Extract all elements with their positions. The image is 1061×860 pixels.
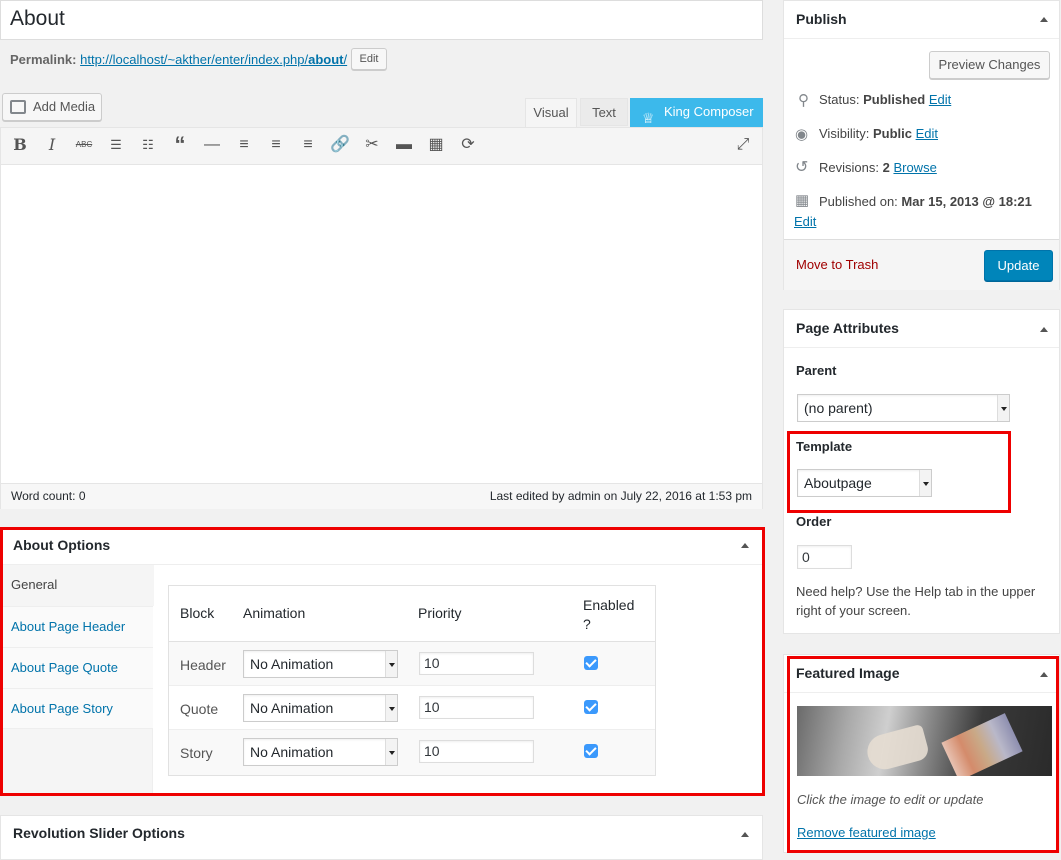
publish-actions: Move to Trash Update [784,239,1059,290]
collapse-arrow-icon[interactable] [1040,17,1048,22]
permalink-edit-button[interactable]: Edit [351,48,387,70]
publish-header[interactable]: Publish [784,1,1059,39]
preview-changes-button[interactable]: Preview Changes [929,51,1050,79]
visibility-edit-link[interactable]: Edit [916,126,938,141]
editor-content[interactable] [1,165,762,483]
editor-statusbar: Word count: 0 Last edited by admin on Ju… [1,483,762,509]
permalink-edit-label: Edit [359,53,379,65]
italic-icon[interactable]: I [41,133,63,157]
numbered-list-icon[interactable]: ☷ [137,133,159,157]
permalink-label: Permalink: [10,52,77,67]
order-input[interactable]: 0 [797,545,852,569]
move-to-trash-link[interactable]: Move to Trash [796,257,878,272]
page-attributes-header[interactable]: Page Attributes [784,310,1059,348]
refresh-icon[interactable]: ⟳ [457,133,479,157]
parent-select[interactable]: (no parent) [797,394,1010,422]
revisions-value: 2 [882,160,890,175]
page-attributes-title: Page Attributes [796,320,899,336]
permalink-url-prefix: http://localhost/~akther/enter/index.php… [80,52,309,67]
permalink-url[interactable]: http://localhost/~akther/enter/index.php… [80,52,347,67]
highlight-featured-image [787,656,1059,853]
editor-wrap: Word count: 0 Last edited by admin on Ju… [0,127,763,509]
parent-label: Parent [796,363,837,378]
update-button[interactable]: Update [984,250,1053,281]
add-media-icon [10,100,26,114]
unlink-icon[interactable]: ✂ [361,133,383,157]
horizontal-line-icon[interactable]: — [201,133,223,157]
highlight-template [787,431,1011,513]
tab-text-label: Text [592,105,616,120]
tab-king-composer[interactable]: ♕ King Composer [630,98,763,127]
order-label: Order [796,514,832,529]
pin-icon: ⚲ [798,92,809,109]
visibility-value: Public [872,126,912,141]
published-on-row: Published on: Mar 15, 2013 @ 18:21 [819,194,1032,209]
eye-icon: ◉ [795,126,809,143]
revisions-icon: ↺ [795,159,809,176]
toolbar-toggle-icon[interactable]: ▦ [425,133,447,157]
revolution-slider-header[interactable]: Revolution Slider Options [1,816,762,853]
strikethrough-icon[interactable]: ABC [73,133,95,157]
permalink-url-slug: about [308,52,344,67]
status-label: Status: [819,92,860,107]
parent-value: (no parent) [804,400,873,416]
permalink-url-suffix: / [343,52,348,67]
add-media-label: Add Media [33,99,96,114]
title-value: About [10,7,65,30]
status-value: Published [863,92,926,107]
tab-text[interactable]: Text [580,98,628,126]
help-text: Need help? Use the Help tab in the upper… [796,584,1036,618]
tab-visual-label: Visual [533,105,569,120]
tab-visual[interactable]: Visual [525,98,577,127]
align-right-icon[interactable]: ≡ [297,133,319,157]
order-value: 0 [802,549,810,565]
status-edit-link[interactable]: Edit [929,92,951,107]
last-edited: Last edited by admin on July 22, 2016 at… [489,489,752,503]
bullet-list-icon[interactable]: ☰ [105,133,127,157]
published-edit-link[interactable]: Edit [794,214,816,229]
publish-title: Publish [796,11,847,27]
status-row: Status: Published Edit [819,92,951,107]
fullscreen-icon[interactable]: ⤢ [732,133,754,157]
calendar-icon: ▦ [795,192,810,209]
collapse-arrow-icon[interactable] [741,832,749,837]
bold-icon[interactable]: B [9,133,31,157]
blockquote-icon[interactable]: “ [169,133,191,157]
permalink-row: Permalink: http://localhost/~akther/ente… [10,52,347,67]
published-on-label: Published on: [819,194,898,209]
read-more-icon[interactable]: ▬ [393,133,415,157]
word-count-value: 0 [78,489,86,503]
publish-box: Publish Preview Changes ⚲ Status: Publis… [783,0,1060,290]
revolution-slider-box: Revolution Slider Options [0,815,763,860]
link-icon[interactable]: 🔗 [329,133,351,157]
title-input[interactable]: About [0,0,763,40]
visibility-label: Visibility: [819,126,870,141]
browse-link[interactable]: Browse [893,160,936,175]
collapse-arrow-icon[interactable] [1040,327,1048,332]
revisions-label: Revisions: [819,160,879,175]
revolution-slider-title: Revolution Slider Options [13,825,185,841]
align-center-icon[interactable]: ≡ [265,133,287,157]
highlight-about-options [0,527,765,796]
published-on-value: Mar 15, 2013 @ 18:21 [901,194,1032,209]
update-label: Update [997,258,1040,273]
word-count-label: Word count: [11,489,76,503]
align-left-icon[interactable]: ≡ [233,133,255,157]
add-media-button[interactable]: Add Media [2,93,102,121]
preview-changes-label: Preview Changes [938,57,1041,72]
revisions-row: Revisions: 2 Browse [819,160,937,175]
visibility-row: Visibility: Public Edit [819,126,938,141]
word-count: Word count: 0 [11,489,86,503]
tab-king-label: King Composer [664,104,754,119]
